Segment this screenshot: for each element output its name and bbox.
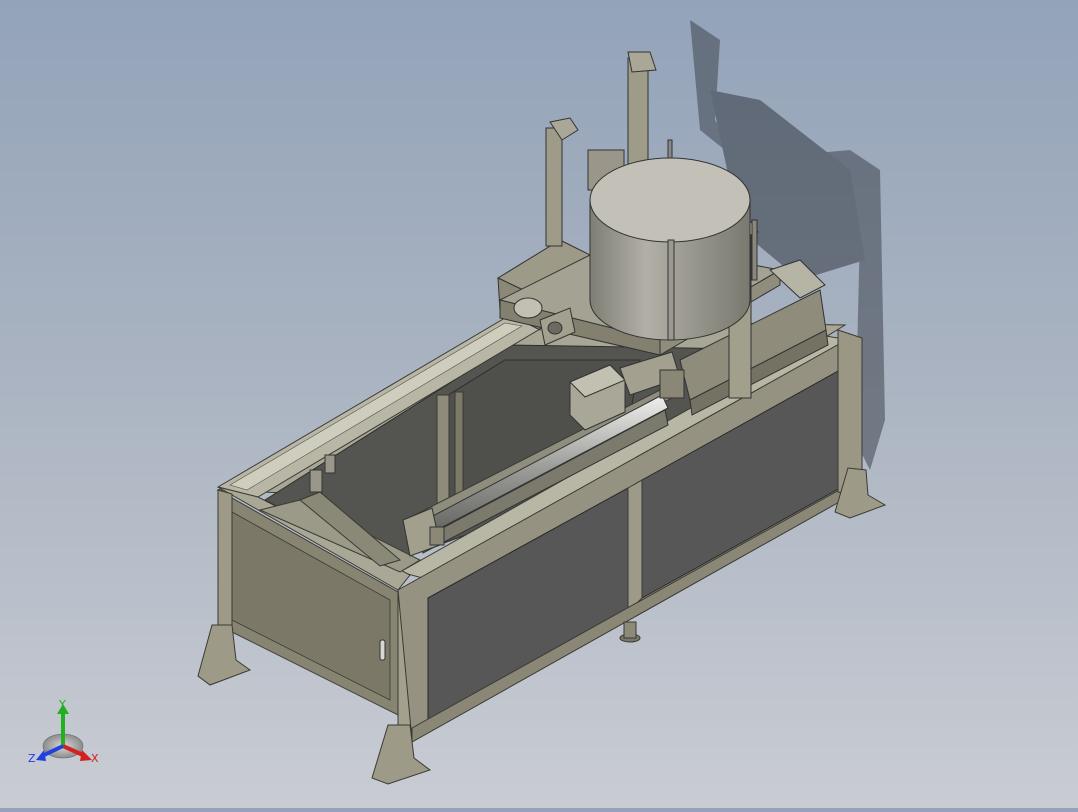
coordinate-triad: Y X Z	[28, 698, 99, 765]
z-axis-label: Z	[28, 752, 36, 765]
cad-viewport[interactable]: Y X Z	[0, 0, 1078, 808]
y-axis-label: Y	[58, 698, 66, 711]
frame-group	[197, 317, 887, 785]
cad-model-view[interactable]: Y X Z	[0, 0, 1078, 808]
x-axis-label: X	[91, 752, 99, 765]
